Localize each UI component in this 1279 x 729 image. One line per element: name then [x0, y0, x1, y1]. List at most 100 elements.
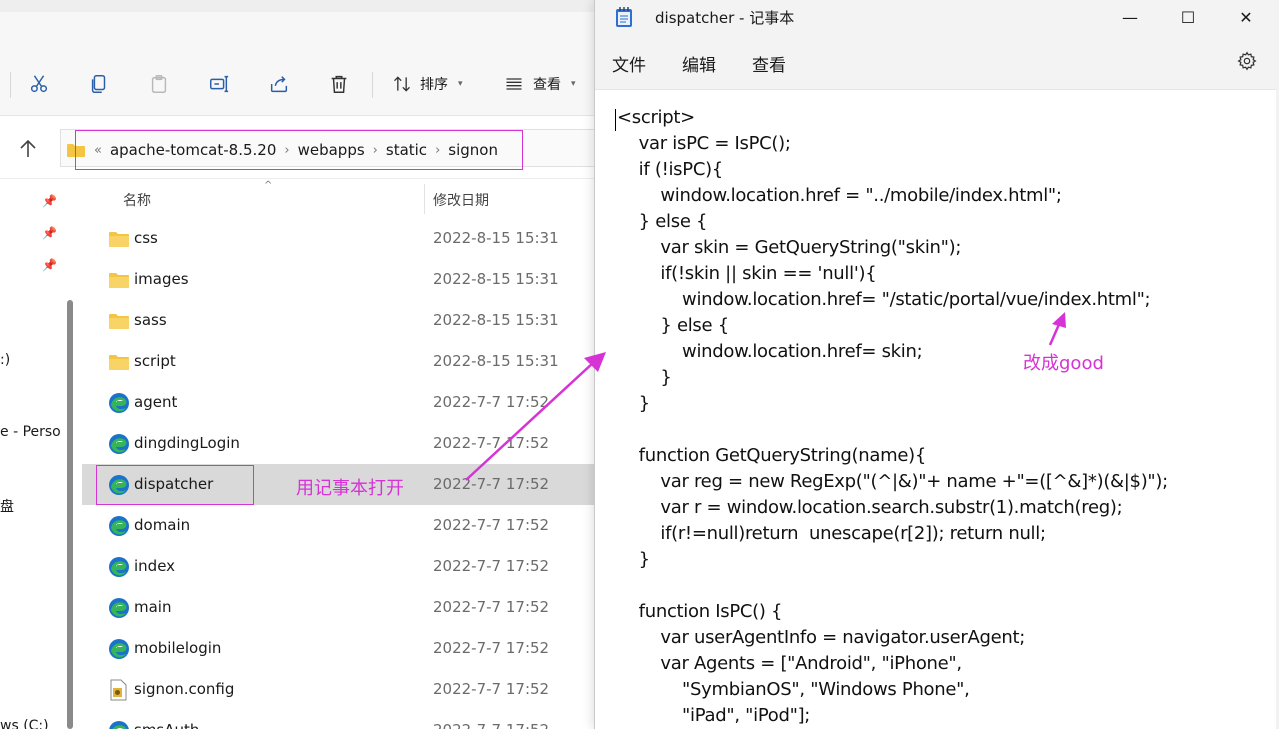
gear-icon[interactable] — [1237, 51, 1257, 71]
column-date[interactable]: 修改日期 — [433, 190, 489, 210]
file-name: smsAuth — [134, 721, 199, 729]
folder-icon — [108, 271, 130, 293]
paste-icon[interactable] — [145, 70, 173, 98]
text-editor[interactable]: <script> var isPC = IsPC(); if (!isPC){ … — [595, 91, 1279, 729]
code-line: window.location.href= skin; — [617, 341, 923, 362]
up-arrow-icon[interactable] — [16, 137, 40, 161]
view-label: 查看 — [533, 77, 561, 93]
menu-edit[interactable]: 编辑 — [682, 51, 716, 76]
table-row[interactable]: dingdingLogin 2022-7-7 17:52 — [82, 423, 600, 464]
file-explorer-window: 排序 ▾ 查看 ▾ « apache-tomcat-8.5.20 › webap… — [0, 0, 600, 729]
file-date: 2022-7-7 17:52 — [433, 434, 550, 452]
code-line: "SymbianOS", "Windows Phone", — [617, 679, 970, 700]
file-name: agent — [134, 393, 178, 411]
code-line: } — [617, 549, 650, 570]
column-name[interactable]: 名称 — [123, 190, 151, 210]
table-row[interactable]: script 2022-8-15 15:31 — [82, 341, 600, 382]
code-line: function IsPC() { — [617, 601, 783, 622]
code-line: window.location.href = "../mobile/index.… — [617, 185, 1062, 206]
file-date: 2022-8-15 15:31 — [433, 311, 559, 329]
edge-html-file-icon — [108, 515, 130, 537]
code-line: var userAgentInfo = navigator.userAgent; — [617, 627, 1026, 648]
chevron-down-icon: ▾ — [571, 79, 576, 89]
annotation-open-with-notepad: 用记事本打开 — [296, 478, 404, 499]
file-name: script — [134, 352, 176, 370]
explorer-titlebar — [0, 0, 600, 12]
code-line: var skin = GetQueryString("skin"); — [617, 237, 962, 258]
code-line: var reg = new RegExp("(^|&)"+ name +"=([… — [617, 471, 1168, 492]
file-date: 2022-7-7 17:52 — [433, 598, 550, 616]
view-icon — [506, 78, 522, 90]
file-date: 2022-7-7 17:52 — [433, 639, 550, 657]
sort-icon — [394, 76, 410, 92]
file-name: sass — [134, 311, 167, 329]
sort-button[interactable]: 排序 ▾ — [392, 72, 463, 96]
menu-file[interactable]: 文件 — [612, 51, 646, 76]
table-row[interactable]: index 2022-7-7 17:52 — [82, 546, 600, 587]
nav-scrollbar[interactable] — [67, 300, 73, 729]
code-line: } — [617, 393, 650, 414]
file-date: 2022-8-15 15:31 — [433, 352, 559, 370]
view-button[interactable]: 查看 ▾ — [503, 72, 576, 96]
file-name: index — [134, 557, 176, 575]
file-date: 2022-7-7 17:52 — [433, 721, 549, 729]
delete-icon[interactable] — [325, 70, 353, 98]
table-row[interactable]: main 2022-7-7 17:52 — [82, 587, 600, 628]
code-line: } — [617, 367, 672, 388]
file-name: signon.config — [134, 680, 235, 698]
config-file-icon — [108, 679, 130, 701]
table-row[interactable]: agent 2022-7-7 17:52 — [82, 382, 600, 423]
file-name: dingdingLogin — [134, 434, 240, 452]
nav-item[interactable]: 盘 — [0, 496, 14, 516]
sort-label: 排序 — [420, 77, 448, 93]
toolbar-divider — [372, 72, 373, 98]
code-line: if(!skin || skin == 'null'){ — [617, 263, 877, 284]
maximize-button[interactable]: ☐ — [1165, 4, 1211, 30]
column-divider[interactable] — [424, 184, 425, 214]
table-row[interactable]: images 2022-8-15 15:31 — [82, 259, 600, 300]
table-row[interactable]: domain 2022-7-7 17:52 — [82, 505, 600, 546]
folder-icon — [108, 312, 130, 334]
toolbar-divider — [10, 72, 11, 98]
table-row[interactable]: mobilelogin 2022-7-7 17:52 — [82, 628, 600, 669]
chevron-down-icon: ▾ — [458, 79, 463, 89]
edge-html-file-icon — [108, 433, 130, 455]
text-caret — [615, 109, 616, 131]
edge-html-file-icon — [108, 638, 130, 660]
code-line: var r = window.location.search.substr(1)… — [617, 497, 1123, 518]
copy-icon[interactable] — [85, 70, 113, 98]
explorer-toolbar: 排序 ▾ 查看 ▾ — [0, 12, 600, 116]
pin-icon: 📌 — [42, 226, 57, 240]
annotation-file-box — [96, 465, 254, 505]
code-line: "iPad", "iPod"]; — [617, 705, 811, 726]
rename-icon[interactable] — [205, 70, 233, 98]
notepad-app-icon — [616, 7, 632, 27]
table-row[interactable]: signon.config 2022-7-7 17:52 — [82, 669, 600, 710]
file-name: css — [134, 229, 158, 247]
share-icon[interactable] — [265, 70, 293, 98]
annotation-change-to-good: 改成good — [1023, 353, 1104, 374]
code-line: } else { — [617, 211, 708, 232]
file-date: 2022-8-15 15:31 — [433, 229, 559, 247]
code-line: var isPC = IsPC(); — [617, 133, 791, 154]
table-row[interactable]: sass 2022-8-15 15:31 — [82, 300, 600, 341]
file-name: domain — [134, 516, 191, 534]
code-line: <script> — [617, 107, 695, 128]
close-button[interactable]: ✕ — [1223, 4, 1269, 30]
file-date: 2022-7-7 17:52 — [433, 557, 550, 575]
file-list: ^ 名称 修改日期 css 2022-8-15 15:31 images 2022-8… — [82, 180, 600, 729]
menu-view[interactable]: 查看 — [752, 51, 786, 76]
window-title: dispatcher - 记事本 — [655, 9, 795, 27]
file-name: images — [134, 270, 189, 288]
nav-item[interactable]: :) — [0, 352, 10, 368]
notepad-window: dispatcher - 记事本 — ☐ ✕ 文件 编辑 查看 <script>… — [594, 0, 1279, 729]
file-name: main — [134, 598, 172, 616]
minimize-button[interactable]: — — [1107, 4, 1153, 30]
cut-icon[interactable] — [25, 70, 53, 98]
file-name: mobilelogin — [134, 639, 222, 657]
table-row[interactable]: css 2022-8-15 15:31 — [82, 218, 600, 259]
nav-item[interactable]: ws (C:) — [0, 718, 49, 729]
nav-item[interactable]: e - Perso — [0, 424, 61, 440]
pin-icon: 📌 — [42, 194, 57, 208]
table-row[interactable]: smsAuth 2022-7-7 17:52 — [82, 710, 600, 729]
